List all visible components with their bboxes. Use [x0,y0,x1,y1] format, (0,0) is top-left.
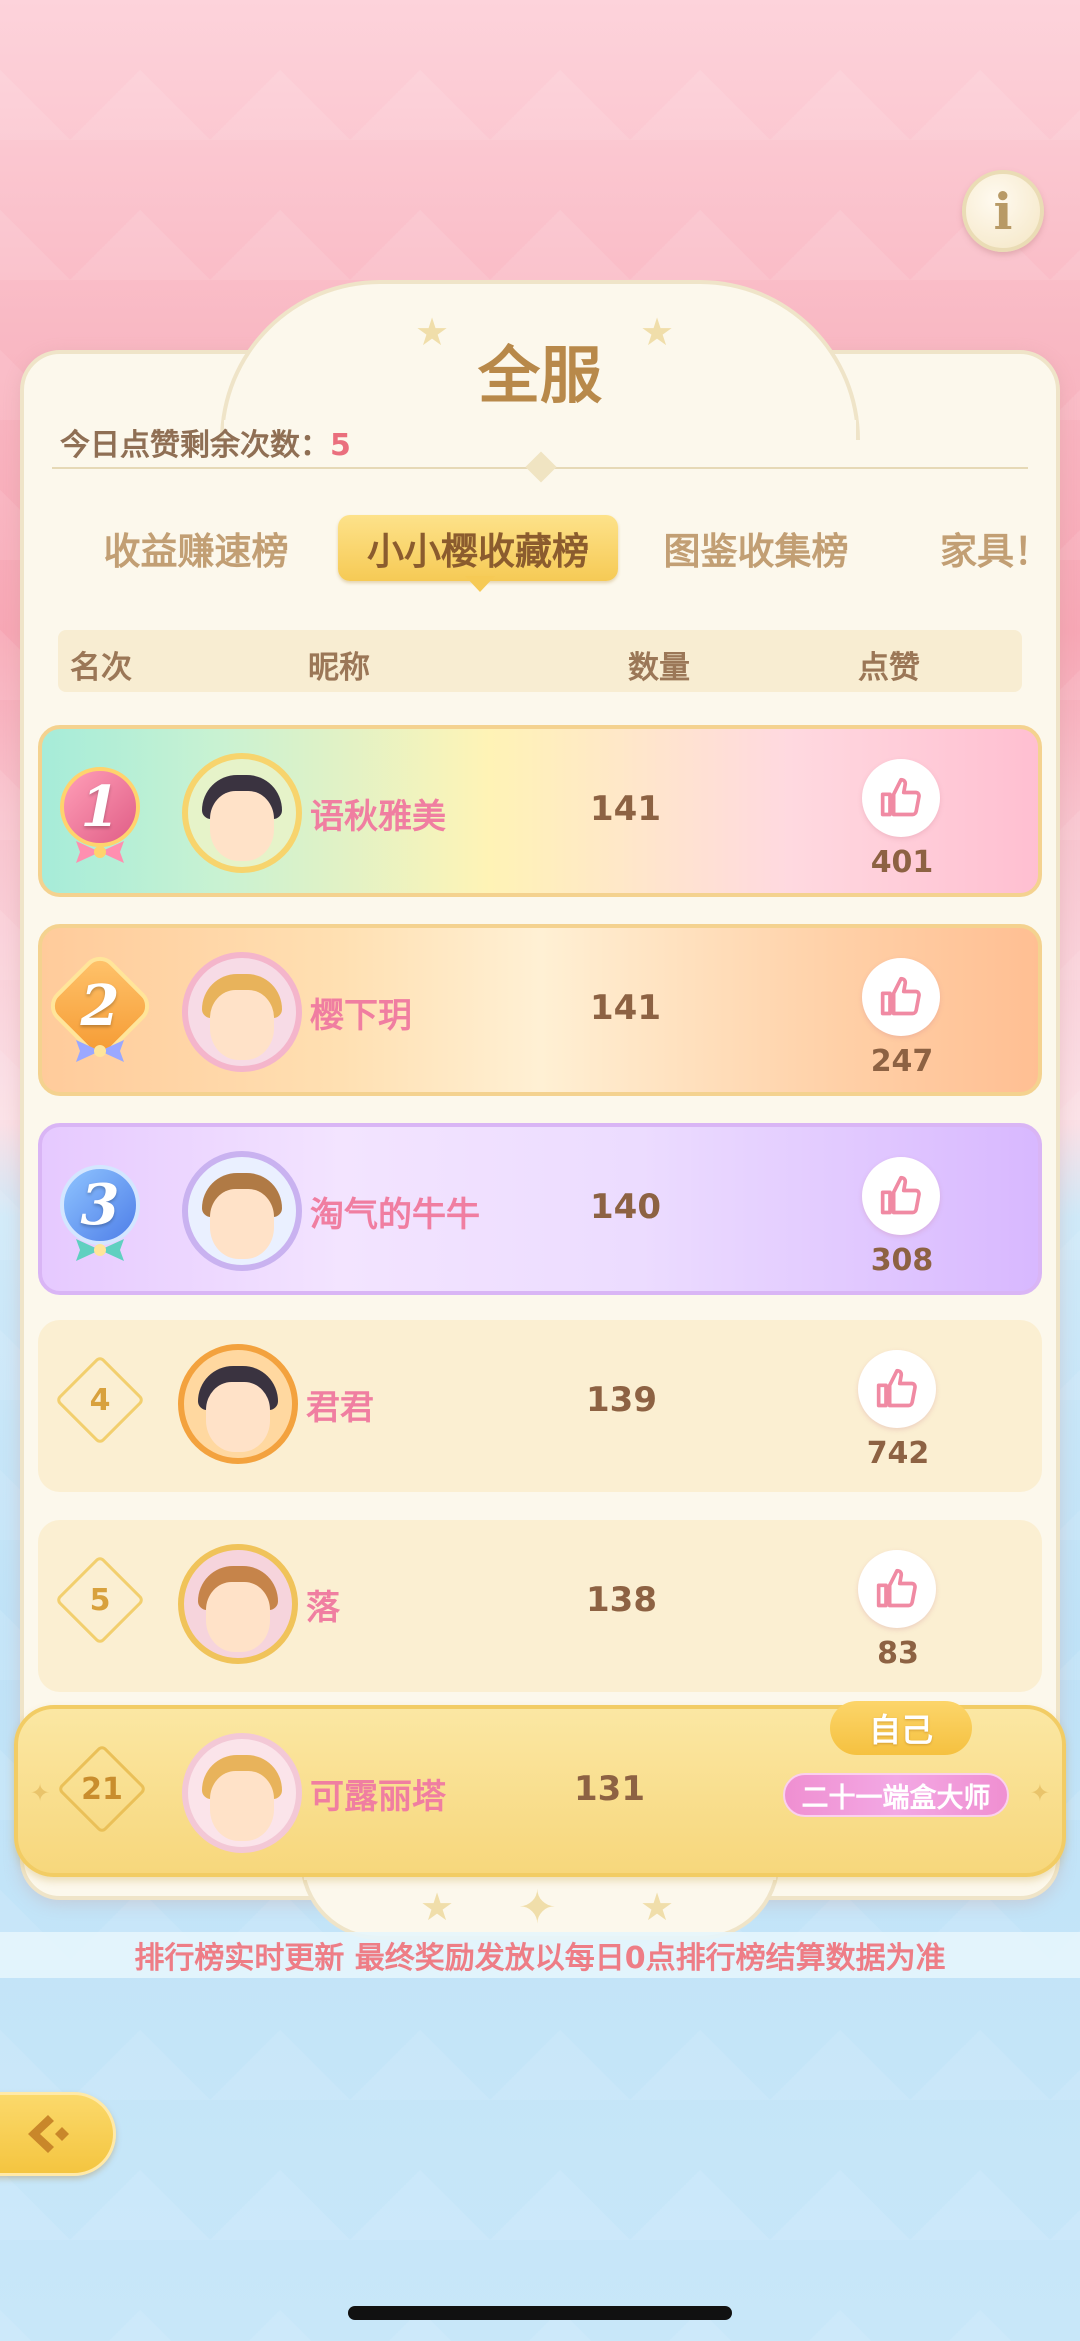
thumbs-up-icon [880,1175,921,1215]
thumbs-up-icon [876,1568,917,1608]
player-name: 可露丽塔 [310,1777,446,1817]
like-count: 401 [870,845,934,880]
avatar[interactable] [182,1733,302,1853]
collection-count: 141 [590,789,661,829]
ribbon-icon [76,841,124,863]
column-header: 名次 昵称 数量 点赞 [58,630,1022,692]
like-count: 742 [866,1436,930,1471]
avatar[interactable] [178,1544,298,1664]
leaderboard-row: 4 君君 139 742 [38,1320,1042,1492]
active-tab-pointer [465,576,495,592]
rank-1-medal-icon: 1 [52,759,148,863]
like-button[interactable] [862,1157,940,1235]
like-count: 308 [870,1243,934,1278]
like-button[interactable] [858,1550,936,1628]
thumbs-up-icon [880,976,921,1016]
page-title: 全服 [477,339,602,412]
like-button[interactable] [862,958,940,1036]
avatar[interactable] [182,753,302,873]
player-name: 落 [306,1588,340,1628]
self-badge: 自己 [830,1701,972,1755]
column-rank: 名次 [70,650,132,686]
rank-number: 5 [89,1582,111,1618]
update-notice: 排行榜实时更新 最终奖励发放以每日0点排行榜结算数据为准 [0,1932,1080,1978]
likes-remaining-value: 5 [330,428,351,463]
rank-3-medal-icon: 3 [52,1157,148,1261]
like-count: 247 [870,1044,934,1079]
like-button[interactable] [858,1350,936,1428]
leaderboard-row: 1 语秋雅美 141 401 [38,725,1042,897]
column-nickname: 昵称 [308,650,370,686]
like-button[interactable] [862,759,940,837]
thumbs-up-icon [880,777,921,817]
rank-number: 2 [80,973,120,1039]
tab-catalog-collection[interactable]: 图鉴收集榜 [656,515,856,581]
star-decoration-icon: ★ [640,1885,675,1929]
leaderboard-row: 2 樱下玥 141 247 [38,924,1042,1096]
self-rank-row: ✦ ✦ 21 可露丽塔 131 自己 二十一端盒大师 [14,1701,1066,1877]
back-button[interactable] [0,2092,116,2176]
home-indicator [348,2306,732,2320]
star-decoration-icon: ✦ [518,1880,557,1934]
rank-number: 21 [81,1771,123,1807]
sparkle-icon: ✦ [1029,1779,1050,1807]
collection-count: 131 [574,1769,645,1809]
collection-count: 138 [586,1580,657,1620]
ribbon-icon [76,1040,124,1062]
star-decoration-icon: ★ [420,1885,455,1929]
leaderboard-row: 5 落 138 83 [38,1520,1042,1692]
collection-count: 141 [590,988,661,1028]
tab-sakura-collection[interactable]: 小小樱收藏榜 [338,515,618,581]
player-name: 语秋雅美 [310,797,446,837]
rank-number: 4 [89,1382,111,1418]
column-likes: 点赞 [858,650,920,686]
info-button[interactable]: i [962,170,1044,252]
avatar[interactable] [182,952,302,1072]
player-name: 君君 [306,1388,374,1428]
column-quantity: 数量 [628,650,690,686]
player-name: 淘气的牛牛 [310,1195,480,1235]
ribbon-icon [76,1239,124,1261]
avatar[interactable] [182,1151,302,1271]
collection-count: 139 [586,1380,657,1420]
sparkle-icon: ✦ [30,1779,51,1807]
likes-remaining-label: 今日点赞剩余次数： [60,428,330,463]
like-count: 83 [877,1636,919,1671]
rank-number: 3 [80,1172,120,1238]
leaderboard-row: 3 淘气的牛牛 140 308 [38,1123,1042,1295]
info-icon: i [993,181,1013,241]
likes-remaining: 今日点赞剩余次数：5 [60,420,351,464]
player-title-badge: 二十一端盒大师 [783,1773,1009,1817]
tab-income-speed[interactable]: 收益赚速榜 [96,515,296,581]
avatar[interactable] [178,1344,298,1464]
back-arrow-icon [28,2115,69,2153]
player-name: 樱下玥 [310,996,412,1036]
rank-2-medal-icon: 2 [43,949,157,1063]
tab-furniture[interactable]: 家具！ [940,515,1030,581]
collection-count: 140 [590,1187,661,1227]
thumbs-up-icon [876,1368,917,1408]
rank-number: 1 [80,774,120,840]
